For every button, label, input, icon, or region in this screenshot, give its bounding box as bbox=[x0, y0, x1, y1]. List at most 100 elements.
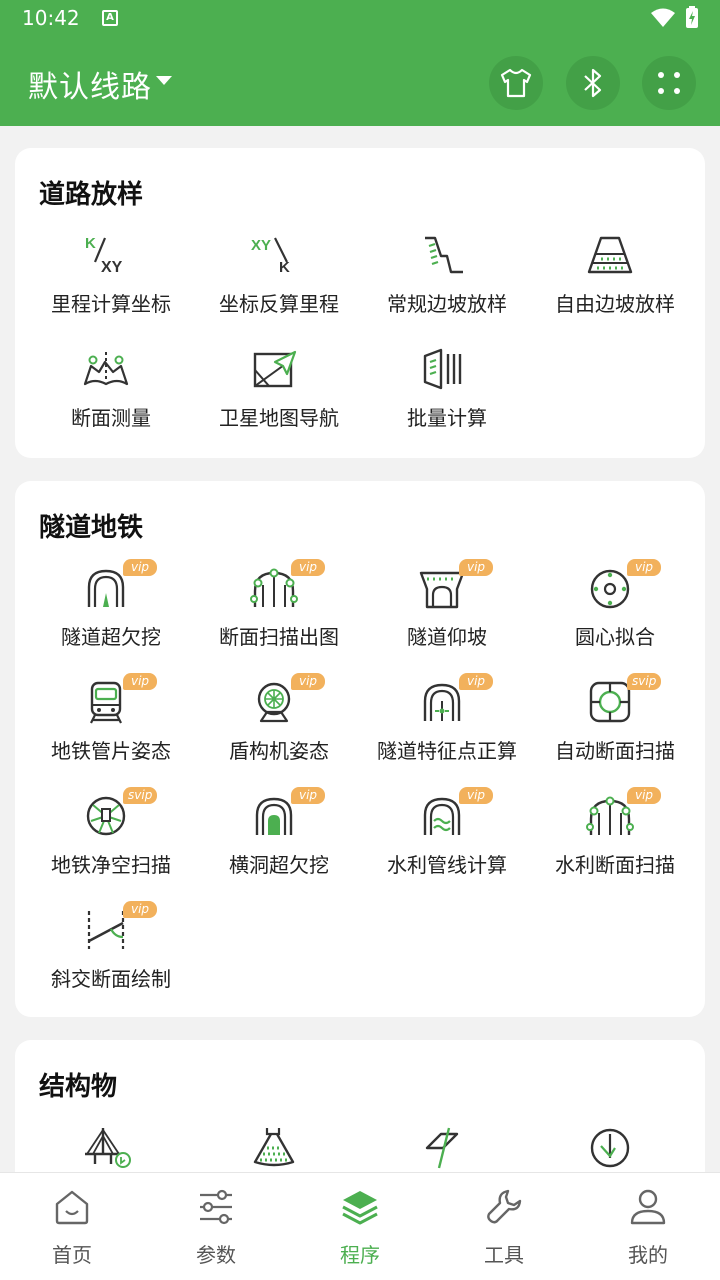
status-bar: 10:42 A bbox=[0, 0, 720, 36]
program-label: 里程计算坐标 bbox=[51, 292, 171, 316]
program-list[interactable]: 道路放样 K XY 里程计算坐标 XY K 坐标反算里程 常规边坡放样 自由边坡放样… bbox=[0, 126, 720, 1172]
section-title: 隧道地铁 bbox=[39, 513, 144, 543]
nav-tools[interactable]: 工具 bbox=[432, 1173, 576, 1280]
four-dots-icon bbox=[658, 72, 680, 94]
program-label: 批量计算 bbox=[407, 406, 487, 430]
program-label: 卫星地图导航 bbox=[219, 406, 339, 430]
nav-label: 首页 bbox=[52, 1243, 92, 1267]
vip-badge: vip bbox=[123, 673, 157, 690]
program-label: 隧道特征点正算 bbox=[377, 739, 517, 763]
wifi-icon bbox=[651, 8, 675, 27]
program-item[interactable]: vip 隧道特征点正算 bbox=[355, 673, 523, 787]
sliders-icon bbox=[200, 1189, 232, 1225]
vip-badge: vip bbox=[459, 559, 493, 576]
program-label: 断面扫描出图 bbox=[219, 625, 339, 649]
pier-icon bbox=[425, 1127, 459, 1169]
nav-params[interactable]: 参数 bbox=[144, 1173, 288, 1280]
nav-label: 工具 bbox=[484, 1243, 524, 1267]
free-slope-icon bbox=[587, 236, 633, 274]
more-button[interactable] bbox=[642, 56, 696, 110]
program-label: 隧道仰坡 bbox=[407, 625, 487, 649]
svip-badge: svip bbox=[123, 787, 158, 804]
program-item[interactable]: vip 盾构机姿态 bbox=[187, 673, 355, 787]
program-label: 地铁管片姿态 bbox=[51, 739, 171, 763]
program-item[interactable]: K XY 里程计算坐标 bbox=[19, 226, 187, 340]
bluetooth-icon bbox=[584, 68, 602, 98]
batch-icon bbox=[423, 348, 462, 390]
nav-programs[interactable]: 程序 bbox=[288, 1173, 432, 1280]
svip-badge: svip bbox=[627, 673, 662, 690]
theme-button[interactable] bbox=[489, 56, 543, 110]
program-item[interactable]: 自由边坡放样 bbox=[523, 226, 691, 340]
program-label: 水利管线计算 bbox=[387, 853, 507, 877]
program-item[interactable]: vip 斜交断面绘制 bbox=[19, 901, 187, 1015]
section-road-staking: 道路放样 K XY 里程计算坐标 XY K 坐标反算里程 常规边坡放样 自由边坡放样… bbox=[15, 148, 705, 458]
vip-badge: vip bbox=[459, 787, 493, 804]
user-icon bbox=[630, 1189, 666, 1225]
program-item[interactable]: 断面测量 bbox=[19, 340, 187, 454]
section-structures: 结构物 bbox=[15, 1040, 705, 1172]
program-item[interactable]: vip 隧道超欠挖 bbox=[19, 559, 187, 673]
section-title: 结构物 bbox=[39, 1072, 118, 1102]
program-item[interactable]: svip 自动断面扫描 bbox=[523, 673, 691, 787]
svg-text:XY: XY bbox=[101, 259, 123, 276]
program-item[interactable]: 卫星地图导航 bbox=[187, 340, 355, 454]
bluetooth-button[interactable] bbox=[566, 56, 620, 110]
battery-icon bbox=[686, 6, 698, 28]
program-item[interactable]: 批量计算 bbox=[355, 340, 523, 454]
bottom-nav: 首页 参数 程序 工具 我的 bbox=[0, 1172, 720, 1280]
vip-badge: vip bbox=[291, 559, 325, 576]
chevron-down-icon[interactable] bbox=[156, 76, 172, 85]
status-time: 10:42 bbox=[22, 6, 80, 30]
program-label: 常规边坡放样 bbox=[387, 292, 507, 316]
slope-icon bbox=[425, 236, 463, 274]
section-tunnel-metro: 隧道地铁 vip 隧道超欠挖 vip 断面扫描出图 vip 隧道仰坡 vip 圆… bbox=[15, 481, 705, 1017]
svg-text:K: K bbox=[279, 259, 290, 276]
program-label: 隧道超欠挖 bbox=[61, 625, 161, 649]
program-item[interactable]: vip 断面扫描出图 bbox=[187, 559, 355, 673]
program-item[interactable]: vip 水利管线计算 bbox=[355, 787, 523, 901]
program-label: 坐标反算里程 bbox=[219, 292, 339, 316]
program-item[interactable] bbox=[187, 1118, 355, 1172]
nav-profile[interactable]: 我的 bbox=[576, 1173, 720, 1280]
program-item[interactable]: XY K 坐标反算里程 bbox=[187, 226, 355, 340]
vip-badge: vip bbox=[627, 787, 661, 804]
nav-label: 程序 bbox=[340, 1243, 380, 1267]
svg-text:XY: XY bbox=[251, 237, 271, 254]
section-title: 道路放样 bbox=[39, 180, 144, 210]
vip-badge: vip bbox=[123, 901, 157, 918]
vip-badge: vip bbox=[627, 559, 661, 576]
program-label: 自由边坡放样 bbox=[555, 292, 675, 316]
program-item[interactable]: 常规边坡放样 bbox=[355, 226, 523, 340]
k-to-xy-icon: K XY bbox=[85, 235, 123, 276]
svg-text:K: K bbox=[85, 235, 96, 252]
xy-to-k-icon: XY K bbox=[251, 237, 290, 276]
program-label: 地铁净空扫描 bbox=[51, 853, 171, 877]
map-nav-icon bbox=[253, 350, 297, 388]
program-label: 盾构机姿态 bbox=[229, 739, 329, 763]
program-label: 断面测量 bbox=[71, 406, 151, 430]
shirt-icon bbox=[500, 68, 532, 98]
nav-home[interactable]: 首页 bbox=[0, 1173, 144, 1280]
program-item[interactable]: vip 隧道仰坡 bbox=[355, 559, 523, 673]
program-label: 圆心拟合 bbox=[575, 625, 655, 649]
vip-badge: vip bbox=[291, 673, 325, 690]
program-item[interactable] bbox=[523, 1118, 691, 1172]
program-item[interactable]: vip 地铁管片姿态 bbox=[19, 673, 187, 787]
program-item[interactable]: vip 横洞超欠挖 bbox=[187, 787, 355, 901]
nav-label: 我的 bbox=[628, 1243, 668, 1267]
vip-badge: vip bbox=[123, 559, 157, 576]
bridge-icon bbox=[85, 1128, 131, 1168]
program-item[interactable]: vip 水利断面扫描 bbox=[523, 787, 691, 901]
cross-section-icon bbox=[83, 352, 129, 386]
home-icon bbox=[55, 1190, 89, 1225]
program-item[interactable]: vip 圆心拟合 bbox=[523, 559, 691, 673]
program-label: 斜交断面绘制 bbox=[51, 967, 171, 991]
program-item[interactable]: svip 地铁净空扫描 bbox=[19, 787, 187, 901]
route-selector[interactable]: 默认线路 bbox=[28, 62, 152, 106]
program-label: 水利断面扫描 bbox=[555, 853, 675, 877]
program-item[interactable] bbox=[19, 1118, 187, 1172]
program-item[interactable] bbox=[355, 1118, 523, 1172]
cone-icon bbox=[253, 1128, 295, 1167]
app-bar: 默认线路 bbox=[0, 36, 720, 126]
